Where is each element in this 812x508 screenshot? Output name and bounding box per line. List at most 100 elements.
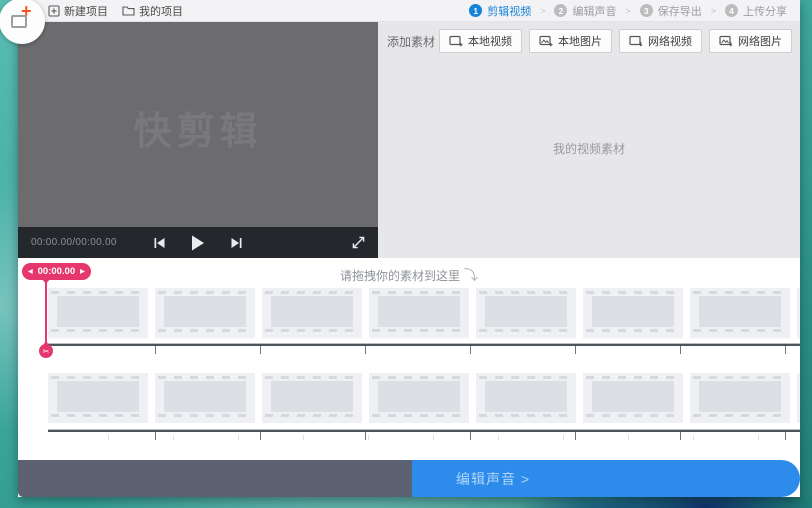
badge-next-icon[interactable]: ▶: [80, 268, 85, 275]
minor-tick: [303, 435, 304, 440]
top-toolbar: 新建项目 我的项目 1 剪辑视频 > 2 编辑声音 > 3 保存导出 > 4 上…: [18, 0, 800, 22]
materials-panel: 添加素材 本地视频 本地图片 网络视频 网络图片 我的视频素材: [378, 22, 800, 258]
video-track-1[interactable]: [48, 288, 800, 338]
filmstrip-segment: [476, 288, 576, 338]
step-number: 4: [725, 4, 738, 17]
ruler-tick: [155, 346, 156, 354]
skip-back-icon[interactable]: [154, 237, 166, 249]
ruler-tick: [575, 346, 576, 354]
ruler-tick: [260, 346, 261, 354]
step-separator: >: [625, 5, 631, 16]
edit-sound-button[interactable]: 编辑声音 >: [412, 460, 800, 497]
minor-tick: [628, 435, 629, 440]
step-upload-share[interactable]: 4 上传分享: [725, 3, 787, 19]
minor-tick: [563, 435, 564, 440]
materials-buttons: 本地视频 本地图片 网络视频 网络图片: [439, 29, 792, 53]
fullscreen-icon[interactable]: [352, 236, 365, 249]
playhead-line: [45, 282, 47, 346]
drop-hint: 请拖拽你的素材到这里 ⤵: [18, 265, 800, 285]
button-label: 网络图片: [738, 36, 782, 48]
local-video-icon: [449, 35, 463, 47]
materials-empty-text: 我的视频素材: [552, 142, 625, 156]
playhead-pin[interactable]: ✂: [39, 340, 53, 360]
step-separator: >: [710, 5, 716, 16]
minor-tick: [238, 435, 239, 440]
filmstrip-segment: [476, 373, 576, 423]
minor-tick: [693, 435, 694, 440]
ruler-tick: [785, 346, 786, 354]
video-preview: 快剪辑 00:00.00/00:00.00: [18, 22, 378, 258]
main-area: 快剪辑 00:00.00/00:00.00 添加素材 本地视频 本地图片 网络视…: [18, 22, 800, 258]
new-project-label: 新建项目: [64, 5, 108, 18]
drop-hint-text: 请拖拽你的素材到这里: [339, 269, 460, 283]
filmstrip-segment: [48, 373, 148, 423]
curved-arrow-icon: ⤵: [464, 267, 478, 283]
timeline: 请拖拽你的素材到这里 ⤵ ◀ 00:00.00 ▶ ✂: [18, 258, 800, 460]
step-separator: >: [540, 5, 546, 16]
badge-prev-icon[interactable]: ◀: [28, 268, 33, 275]
skip-forward-icon[interactable]: [231, 237, 243, 249]
minor-tick: [368, 435, 369, 440]
video-track-2[interactable]: [48, 373, 800, 423]
web-image-icon: [719, 35, 733, 47]
my-projects-label: 我的项目: [139, 5, 183, 18]
step-edit-sound[interactable]: 2 编辑声音: [554, 3, 616, 19]
footer-left-bar: [18, 460, 412, 497]
folder-icon: [122, 5, 135, 16]
filmstrip-frame: [699, 381, 781, 412]
filmstrip-segment: [155, 288, 255, 338]
step-label: 保存导出: [657, 5, 702, 18]
filmstrip-frame: [271, 381, 353, 412]
filmstrip-frame: [164, 296, 246, 327]
playhead-time: 00:00.00: [37, 266, 76, 277]
step-save-export[interactable]: 3 保存导出: [639, 3, 702, 19]
desktop-background: 新建项目 我的项目 1 剪辑视频 > 2 编辑声音 > 3 保存导出 > 4 上…: [0, 0, 812, 508]
minor-tick: [173, 435, 174, 440]
minor-tick: [108, 435, 109, 440]
filmstrip-frame: [57, 381, 139, 412]
ruler-tick: [680, 346, 681, 354]
filmstrip-frame: [485, 296, 567, 327]
filmstrip-frame: [378, 296, 460, 327]
filmstrip-segment: [48, 288, 148, 338]
step-edit-video[interactable]: 1 剪辑视频: [469, 3, 531, 19]
filmstrip-frame: [57, 296, 139, 327]
new-project-button[interactable]: 新建项目: [48, 3, 108, 19]
button-label: 本地视频: [468, 36, 512, 48]
workflow-steps: 1 剪辑视频 > 2 编辑声音 > 3 保存导出 > 4 上传分享: [469, 3, 800, 19]
filmstrip-segment: [583, 288, 683, 338]
filmstrip-frame: [378, 381, 460, 412]
step-label: 剪辑视频: [487, 5, 532, 18]
web-image-button[interactable]: 网络图片: [709, 29, 792, 53]
step-number: 1: [469, 4, 483, 17]
playhead-time-badge[interactable]: ◀ 00:00.00 ▶: [22, 263, 91, 280]
filmstrip-segment: [797, 373, 800, 423]
plus-square-icon: [48, 4, 60, 17]
button-label: 本地图片: [558, 36, 602, 48]
footer-bar: 编辑声音 >: [18, 460, 800, 497]
minor-ticks: [48, 435, 800, 440]
filmstrip-segment: [797, 288, 800, 338]
local-image-icon: [539, 35, 553, 47]
play-icon[interactable]: [192, 235, 205, 251]
step-label: 编辑声音: [572, 5, 617, 18]
local-video-button[interactable]: 本地视频: [439, 29, 522, 53]
web-video-icon: [629, 35, 643, 47]
watermark-text: 快剪辑: [133, 111, 263, 153]
timeline-ruler-1: [48, 343, 800, 354]
ruler-tick: [365, 346, 366, 354]
playback-controls: 00:00.00/00:00.00: [18, 227, 378, 258]
web-video-button[interactable]: 网络视频: [619, 29, 702, 53]
materials-title: 添加素材: [387, 34, 436, 49]
minor-tick: [433, 435, 434, 440]
transport-buttons: [154, 235, 243, 251]
filmstrip-frame: [592, 381, 674, 412]
minor-tick: [758, 435, 759, 440]
filmstrip-frame: [485, 381, 567, 412]
scissors-icon: ✂: [39, 344, 53, 358]
local-image-button[interactable]: 本地图片: [529, 29, 612, 53]
minor-tick: [498, 435, 499, 440]
filmstrip-segment: [583, 373, 683, 423]
my-projects-button[interactable]: 我的项目: [122, 3, 183, 19]
timeline-ruler-2: [48, 429, 800, 440]
